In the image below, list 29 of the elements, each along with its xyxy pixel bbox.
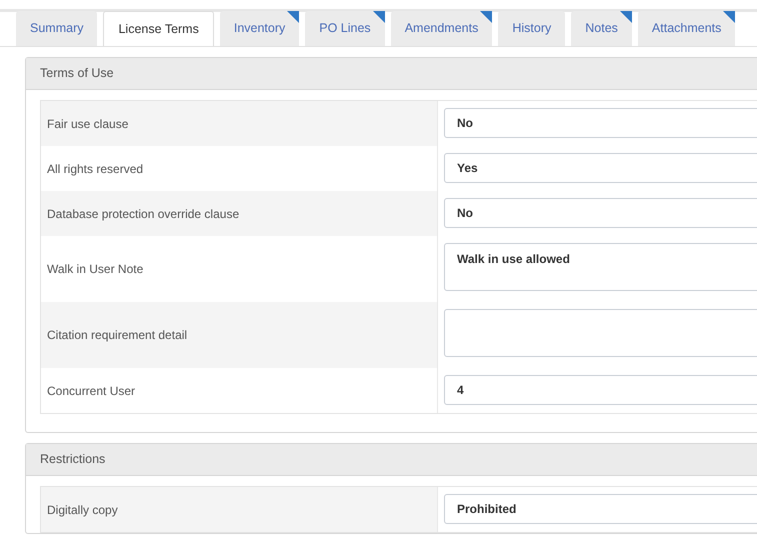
tab[interactable]: Attachments xyxy=(638,11,736,46)
corner-flag-icon xyxy=(287,11,300,23)
input-field[interactable]: No xyxy=(444,198,757,228)
tab[interactable]: Notes xyxy=(571,11,632,46)
input-field[interactable]: 4 xyxy=(444,375,757,405)
field-label: Citation requirement detail xyxy=(47,327,188,344)
input-field[interactable]: Yes xyxy=(444,153,757,183)
corner-flag-icon xyxy=(620,11,632,23)
corner-flag-icon xyxy=(723,11,736,23)
corner-flag-icon xyxy=(372,11,385,23)
tab[interactable]: History xyxy=(498,11,566,46)
tab[interactable]: PO Lines xyxy=(305,11,385,46)
section-title: Restrictions xyxy=(26,444,757,476)
input-field[interactable]: No xyxy=(444,108,757,138)
field-label: Database protection override clause xyxy=(47,206,240,222)
field-label: All rights reserved xyxy=(47,160,144,178)
text-area[interactable] xyxy=(444,309,757,357)
field-label: Walk in User Note xyxy=(47,261,144,278)
text-area[interactable]: Walk in use allowed xyxy=(444,243,757,291)
tab[interactable]: Amendments xyxy=(390,11,492,46)
section-title: Terms of Use xyxy=(26,58,757,90)
field-label: Digitally copy xyxy=(47,502,118,518)
tab[interactable]: License Terms xyxy=(103,11,214,46)
field-label: Concurrent User xyxy=(47,382,136,400)
tab[interactable]: Summary xyxy=(16,11,98,46)
corner-flag-icon xyxy=(480,11,492,23)
field-label: Fair use clause xyxy=(47,116,128,132)
tab[interactable]: Inventory xyxy=(220,11,300,46)
input-field[interactable]: Prohibited xyxy=(444,494,757,524)
